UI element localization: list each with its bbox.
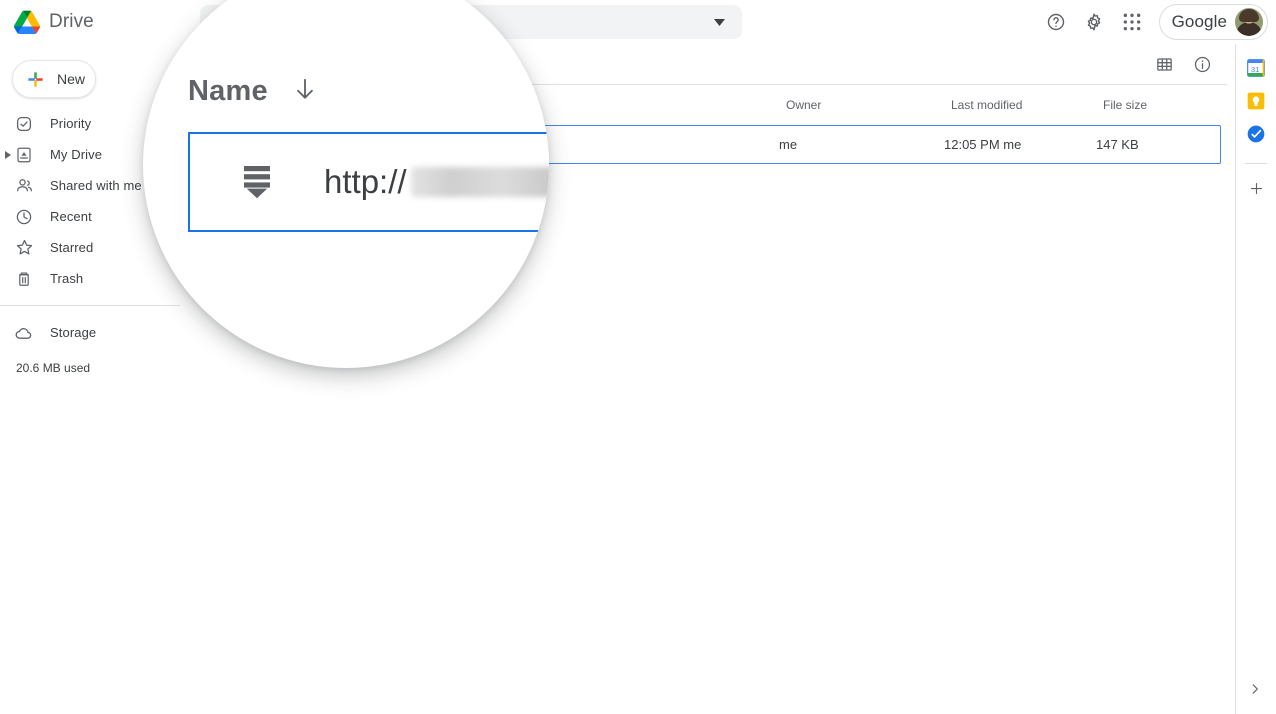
account-word: Google xyxy=(1171,12,1227,31)
magnified-file-name-text: http:// xyxy=(324,163,407,200)
arrow-down-icon xyxy=(292,74,318,109)
google-tasks-icon[interactable] xyxy=(1246,124,1266,144)
new-button-label: New xyxy=(57,71,86,87)
sidebar-item-label: Recent xyxy=(50,209,92,224)
drive-app-window: Drive Google New Priority My Drive Share… xyxy=(0,0,1276,714)
file-modified-cell: 12:05 PM me xyxy=(944,137,1022,152)
magnified-name-label: Name xyxy=(188,75,268,107)
people-icon xyxy=(14,176,34,196)
google-drive-logo xyxy=(14,10,40,34)
brand-name: Drive xyxy=(49,11,94,32)
clock-icon xyxy=(14,207,34,227)
magnified-table-row: http:// xyxy=(188,132,549,232)
account-chip[interactable]: Google xyxy=(1158,4,1268,40)
info-circle-icon[interactable] xyxy=(1185,47,1219,81)
google-keep-icon[interactable] xyxy=(1246,91,1266,111)
gear-icon[interactable] xyxy=(1077,5,1111,39)
chevron-down-icon[interactable] xyxy=(710,13,728,31)
sidebar-item-label: Priority xyxy=(50,116,92,131)
grid-view-icon[interactable] xyxy=(1147,47,1181,81)
magnified-redacted-name xyxy=(410,167,549,197)
help-circle-icon[interactable] xyxy=(1039,5,1073,39)
magnified-column-header-name: Name xyxy=(188,74,318,109)
sidebar-item-label: Storage xyxy=(50,325,97,340)
top-bar-actions: Google xyxy=(1039,0,1268,44)
new-button[interactable]: New xyxy=(12,60,96,98)
svg-text:31: 31 xyxy=(1251,65,1259,74)
sidebar-item-label: Trash xyxy=(50,271,84,286)
cloud-icon xyxy=(14,323,34,343)
sidebar-item-label: Shared with me xyxy=(50,178,142,193)
trash-icon xyxy=(14,269,34,289)
star-icon xyxy=(14,238,34,258)
google-calendar-icon[interactable]: 31 xyxy=(1246,58,1266,78)
priority-check-icon xyxy=(14,114,34,134)
column-header-last-modified[interactable]: Last modified xyxy=(951,98,1103,112)
column-header-owner[interactable]: Owner xyxy=(786,98,951,112)
magnifier-lens: Name http:// xyxy=(143,0,549,368)
link-shortcut-icon xyxy=(244,166,270,199)
right-side-panel: 31 xyxy=(1235,44,1276,714)
magnified-file-name: http:// xyxy=(324,163,549,201)
sidebar-item-label: My Drive xyxy=(50,147,103,162)
my-drive-icon xyxy=(14,145,34,165)
chevron-right-icon[interactable] xyxy=(3,150,13,160)
right-panel-divider xyxy=(1245,163,1267,164)
magnifier-content: Name http:// xyxy=(143,0,549,368)
sidebar-item-label: Starred xyxy=(50,240,94,255)
apps-grid-icon[interactable] xyxy=(1115,5,1149,39)
add-app-button[interactable] xyxy=(1245,177,1267,199)
file-size-cell: 147 KB xyxy=(1096,137,1139,152)
avatar[interactable] xyxy=(1235,8,1263,36)
file-owner-cell: me xyxy=(779,137,798,152)
plus-icon xyxy=(28,71,43,87)
expand-panel-button[interactable] xyxy=(1244,678,1266,700)
column-header-file-size[interactable]: File size xyxy=(1103,98,1213,112)
